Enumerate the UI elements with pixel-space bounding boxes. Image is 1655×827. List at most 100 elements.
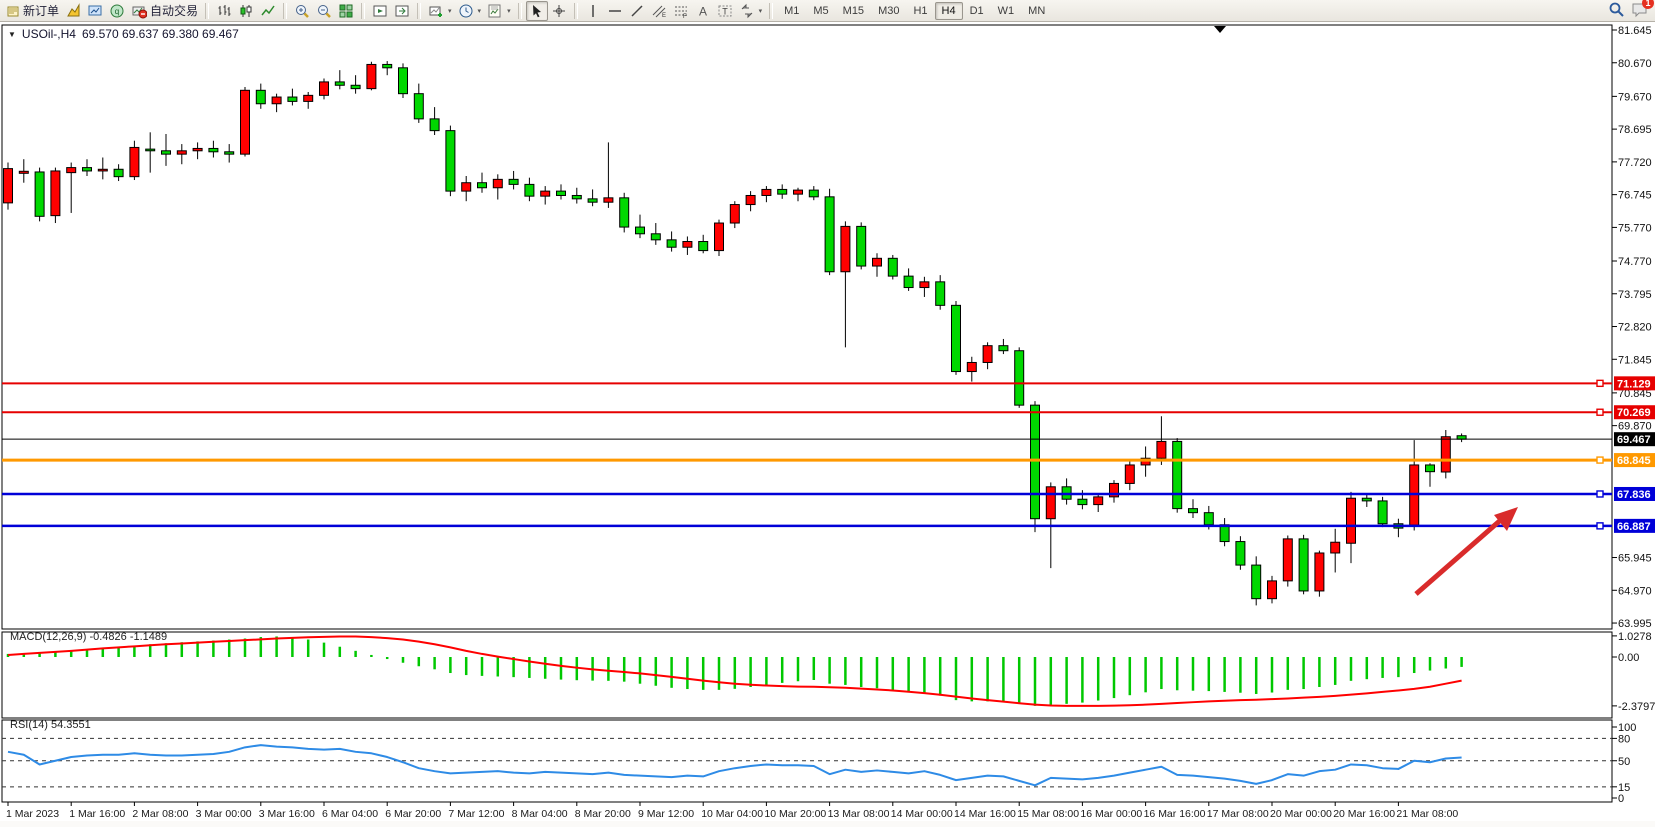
candle-bullish	[604, 198, 613, 202]
rsi-tick-label: 0	[1618, 793, 1624, 805]
line-chart-button[interactable]	[257, 1, 279, 21]
indicators-icon	[428, 3, 444, 19]
candle-bullish	[762, 189, 771, 195]
candle-bearish	[699, 242, 708, 251]
crosshair-button[interactable]	[548, 1, 570, 21]
candlestick-chart-button[interactable]	[235, 1, 257, 21]
mt4-window: 新订单q自动交易▾▾▾EFAT▾M1M5M15M30H1H4D1W1MN 1 8…	[0, 0, 1655, 827]
auto-scroll-button[interactable]	[369, 1, 391, 21]
text-button[interactable]: A	[692, 1, 714, 21]
timeframe-m15[interactable]: M15	[836, 2, 871, 20]
charts-button[interactable]	[62, 1, 84, 21]
candle-bullish	[193, 148, 202, 150]
price-tick-label: 64.970	[1618, 585, 1652, 597]
candle-bullish	[98, 169, 107, 171]
trendline-button[interactable]	[626, 1, 648, 21]
candle-bearish	[399, 68, 408, 94]
timeframe-h1[interactable]: H1	[906, 2, 934, 20]
timeframe-m30-label: M30	[878, 5, 899, 17]
arrows-button[interactable]: ▾	[736, 1, 766, 21]
zoom-out-button[interactable]	[313, 1, 335, 21]
notifications-icon[interactable]: 1	[1631, 1, 1649, 23]
candle-bearish	[1189, 509, 1198, 513]
price-tick-label: 77.720	[1618, 157, 1652, 169]
candle-bearish	[335, 82, 344, 85]
candle-bullish	[983, 346, 992, 363]
timeframe-h4[interactable]: H4	[935, 2, 963, 20]
indicators-button[interactable]: ▾	[425, 1, 455, 21]
search-icon[interactable]	[1608, 1, 1625, 23]
toolbar-separator	[518, 3, 522, 19]
candle-bearish	[525, 184, 534, 196]
auto-trading-button[interactable]: 自动交易	[128, 1, 201, 21]
candle-bullish	[462, 183, 471, 191]
collapse-triangle-icon[interactable]: ▼	[8, 30, 16, 39]
equidistant-channel-button[interactable]: E	[648, 1, 670, 21]
dropdown-caret-icon[interactable]: ▾	[507, 7, 511, 15]
timeframe-w1[interactable]: W1	[991, 2, 1022, 20]
candle-bearish	[1078, 499, 1087, 504]
toolbar-separator	[769, 3, 773, 19]
candle-bullish	[1125, 465, 1134, 483]
dropdown-caret-icon[interactable]: ▾	[478, 7, 482, 15]
cursor-button[interactable]	[526, 1, 548, 21]
vertical-line-button[interactable]	[582, 1, 604, 21]
time-tick-label: 14 Mar 16:00	[954, 808, 1016, 820]
candle-bullish	[272, 97, 281, 104]
macd-tick-label: 1.0278	[1618, 631, 1652, 643]
horizontal-line-button[interactable]	[604, 1, 626, 21]
price-tick-label: 78.695	[1618, 124, 1652, 136]
price-tick-label: 74.770	[1618, 256, 1652, 268]
line-handle[interactable]	[1597, 409, 1603, 415]
time-tick-label: 16 Mar 00:00	[1080, 808, 1142, 820]
tile-windows-button[interactable]	[335, 1, 357, 21]
toolbar-separator	[574, 3, 578, 19]
svg-text:F: F	[683, 14, 687, 19]
candle-bullish	[493, 179, 502, 187]
new-order-button[interactable]: 新订单	[3, 1, 62, 21]
templates-button[interactable]: ▾	[484, 1, 514, 21]
candle-bearish	[114, 169, 123, 176]
candle-bearish	[83, 168, 92, 171]
bar-chart-button[interactable]	[213, 1, 235, 21]
time-tick-label: 15 Mar 08:00	[1017, 808, 1079, 820]
line-handle[interactable]	[1597, 457, 1603, 463]
candle-bullish	[367, 64, 376, 88]
dropdown-caret-icon[interactable]: ▾	[448, 7, 452, 15]
price-label-text: 68.845	[1617, 455, 1651, 467]
time-tick-label: 20 Mar 16:00	[1333, 808, 1395, 820]
data-window-button[interactable]: q	[106, 1, 128, 21]
timeframe-m30[interactable]: M30	[871, 2, 906, 20]
timeframe-m1[interactable]: M1	[777, 2, 806, 20]
line-handle[interactable]	[1597, 523, 1603, 529]
timeframe-m5[interactable]: M5	[806, 2, 835, 20]
candle-bullish	[1441, 437, 1450, 472]
auto-trading-icon	[131, 3, 147, 19]
time-tick-label: 3 Mar 00:00	[196, 808, 252, 820]
timeframe-d1[interactable]: D1	[963, 2, 991, 20]
dropdown-caret-icon[interactable]: ▾	[759, 7, 763, 15]
price-tick-label: 72.820	[1618, 322, 1652, 334]
candle-bullish	[1283, 539, 1292, 581]
candle-bearish	[256, 90, 265, 103]
candle-bearish	[1252, 565, 1261, 599]
candle-bearish	[825, 197, 834, 272]
fibonacci-button[interactable]: F	[670, 1, 692, 21]
candlestick-icon	[238, 3, 254, 19]
market-watch-button[interactable]	[84, 1, 106, 21]
candle-bearish	[1015, 351, 1024, 405]
timeframe-mn-label: MN	[1028, 5, 1045, 17]
text-label-button[interactable]: T	[714, 1, 736, 21]
line-handle[interactable]	[1597, 491, 1603, 497]
chart-shift-button[interactable]	[391, 1, 413, 21]
periods-button[interactable]: ▾	[455, 1, 485, 21]
candle-bearish	[383, 64, 392, 67]
candle-bearish	[999, 346, 1008, 351]
candle-bearish	[146, 149, 155, 151]
timeframe-mn[interactable]: MN	[1021, 2, 1052, 20]
time-tick-label: 6 Mar 04:00	[322, 808, 378, 820]
candle-bearish	[1220, 525, 1229, 542]
tile-windows-icon	[338, 3, 354, 19]
line-handle[interactable]	[1597, 380, 1603, 386]
zoom-in-button[interactable]	[291, 1, 313, 21]
